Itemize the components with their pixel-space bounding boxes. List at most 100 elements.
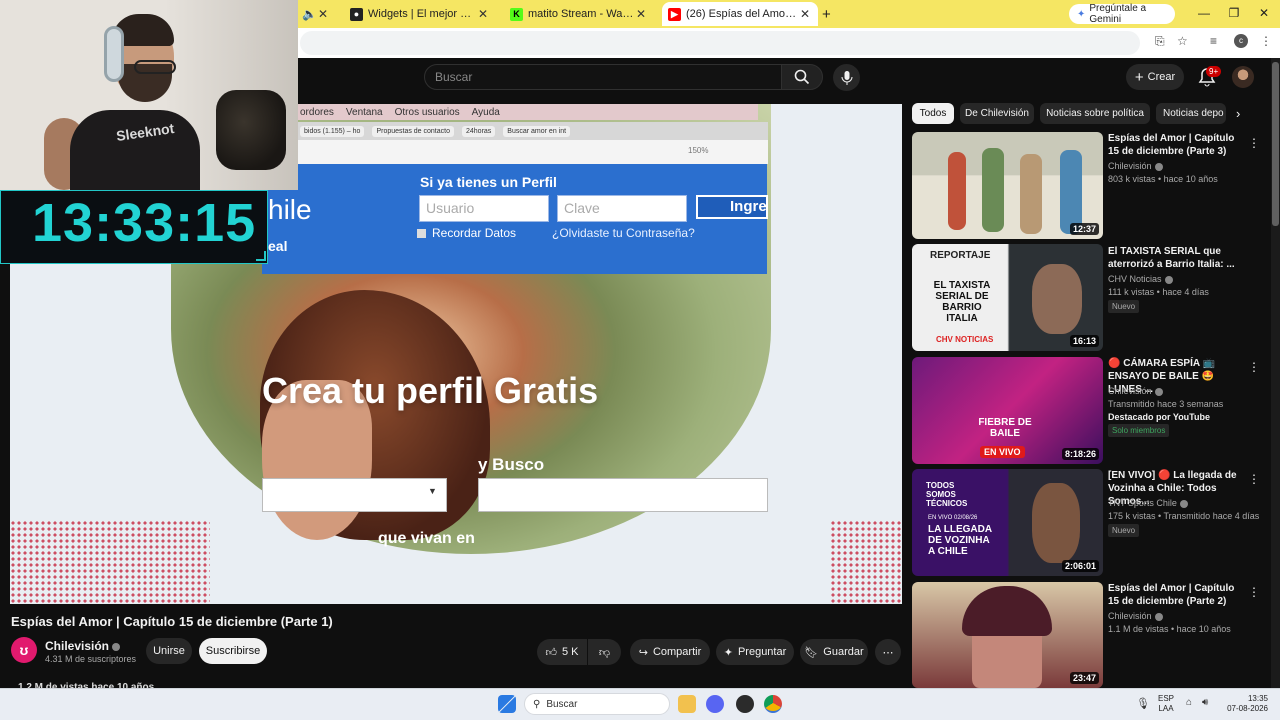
rec-title[interactable]: El TAXISTA SERIAL que aterrorizó a Barri…	[1108, 245, 1246, 271]
taskbar-search[interactable]: ⚲ Buscar	[524, 693, 670, 715]
channel-name[interactable]: Chilevisión	[45, 639, 121, 653]
scrollbar-thumb[interactable]	[1272, 62, 1279, 226]
maximize-icon[interactable]: ❐	[1224, 6, 1244, 20]
obs-icon[interactable]	[736, 695, 754, 713]
channel-subscribers: 4.31 M de suscriptores	[45, 654, 137, 664]
file-explorer-icon[interactable]	[678, 695, 696, 713]
chip-todos[interactable]: Todos	[912, 103, 954, 124]
url-input[interactable]	[300, 31, 1140, 55]
microphone-icon[interactable]: 🎙︎	[1136, 697, 1150, 710]
channel-avatar[interactable]: ʊ	[11, 637, 37, 663]
tab-audio[interactable]: 🔈 ✕	[302, 2, 332, 26]
verified-icon	[1179, 499, 1188, 508]
windows-start-icon[interactable]	[498, 695, 516, 713]
tab-close-icon[interactable]: ✕	[798, 7, 812, 21]
verified-icon	[1154, 162, 1163, 171]
video-frame-pattern	[10, 520, 210, 604]
gemini-button[interactable]: ✦ Pregúntale a Gemini	[1069, 3, 1175, 25]
video-frame-busco: y Busco	[478, 455, 545, 474]
minimize-icon[interactable]: —	[1194, 6, 1214, 20]
volume-icon[interactable]: 🔊︎	[1202, 697, 1208, 708]
search-icon: ⚲	[533, 698, 541, 710]
ask-button[interactable]: ✦ Preguntar	[716, 639, 794, 665]
video-frame-toolbar: 150%	[298, 140, 768, 164]
video-frame-forgot-link: ¿Olvidaste tu Contraseña?	[552, 226, 695, 240]
tab-widgets[interactable]: ● Widgets | El mejor software pa ✕	[344, 2, 496, 26]
search-input[interactable]: Buscar	[424, 64, 782, 90]
members-only-badge: Solo miembros	[1108, 424, 1170, 437]
search-button[interactable]	[781, 64, 823, 90]
caret-down-icon: ▼	[428, 486, 437, 496]
search-icon	[794, 69, 810, 85]
kebab-menu-icon[interactable]: ⋮	[1248, 585, 1260, 599]
kebab-menu-icon[interactable]: ⋮	[1260, 34, 1272, 48]
rec-channel[interactable]: Chilevisión	[1108, 611, 1163, 621]
glasses	[134, 60, 176, 74]
network-icon[interactable]: ⌂	[1186, 697, 1192, 708]
chip-noticias-politica[interactable]: Noticias sobre política	[1040, 103, 1150, 124]
chevron-right-icon[interactable]: ›	[1236, 106, 1240, 121]
rec-channel[interactable]: Chilevisión	[1108, 386, 1163, 396]
tab-close-icon[interactable]: ✕	[316, 7, 330, 21]
video-frame-pattern	[830, 520, 902, 604]
rec-channel[interactable]: CHV Noticias	[1108, 274, 1173, 284]
rec-thumbnail[interactable]: REPORTAJE EL TAXISTA SERIAL DE BARRIO IT…	[912, 244, 1103, 351]
kebab-menu-icon[interactable]: ⋮	[1248, 472, 1260, 486]
video-frame-select	[262, 478, 447, 512]
stream-timer: 13:33:15	[32, 193, 257, 253]
kick-icon: K	[510, 7, 523, 21]
more-actions-button[interactable]: ⋯	[875, 639, 901, 665]
sparkle-icon: ✦	[1077, 8, 1086, 20]
subscribe-button[interactable]: Suscribirse	[199, 638, 267, 664]
rec-channel[interactable]: TNT Sports Chile	[1108, 498, 1188, 508]
share-button[interactable]: ↪ Compartir	[630, 639, 710, 665]
speaker-icon[interactable]: 🔈	[302, 7, 317, 21]
tab-kick-stream[interactable]: K matito Stream - Watch Live on ✕	[504, 2, 654, 26]
new-badge: Nuevo	[1108, 300, 1140, 313]
webcam-shirt	[70, 110, 200, 190]
media-controls-icon[interactable]: ≡	[1210, 34, 1217, 48]
kebab-menu-icon[interactable]: ⋮	[1248, 360, 1260, 374]
rec-thumbnail[interactable]: 23:47	[912, 582, 1103, 688]
profile-icon[interactable]: c	[1234, 34, 1248, 48]
create-button[interactable]: + Crear	[1126, 64, 1184, 90]
plus-icon: +	[1134, 68, 1144, 86]
video-frame-login-button: Ingre	[696, 195, 768, 219]
rec-meta: Transmitido hace 3 semanas	[1108, 399, 1224, 409]
save-button[interactable]: 🔖︎ Guardar	[800, 639, 868, 665]
rec-thumbnail[interactable]: TODOS SOMOS TÉCNICOS EN VIVO 02/08/26 LA…	[912, 469, 1103, 576]
install-icon[interactable]: ⎘	[1155, 34, 1165, 49]
share-arrow-icon: ↪	[638, 646, 648, 659]
tab-youtube-active[interactable]: ▶ (26) Espías del Amor | Capítulo ✕	[662, 2, 818, 26]
bookmark-star-icon[interactable]: ☆	[1177, 34, 1188, 48]
rec-meta: 803 k vistas • hace 10 años	[1108, 174, 1218, 184]
kebab-menu-icon[interactable]: ⋮	[1248, 136, 1260, 150]
join-button[interactable]: Unirse	[146, 638, 192, 664]
voice-search-button[interactable]	[833, 64, 860, 91]
tab-close-icon[interactable]: ✕	[634, 7, 648, 21]
github-icon: ●	[350, 7, 363, 21]
account-avatar[interactable]	[1232, 66, 1254, 88]
close-window-icon[interactable]: ✕	[1254, 6, 1274, 20]
bookmark-icon: 🔖︎	[804, 646, 819, 659]
thumbs-up-icon: 👍︎	[545, 646, 557, 659]
rec-thumbnail[interactable]: FIEBRE DE BAILE EN VIVO 8:18:26	[912, 357, 1103, 464]
video-frame-pass-field: Clave	[557, 195, 687, 222]
tab-close-icon[interactable]: ✕	[476, 7, 490, 21]
youtube-icon: ▶	[668, 7, 681, 21]
verified-icon	[1154, 612, 1163, 621]
rec-channel[interactable]: Chilevisión	[1108, 161, 1163, 171]
rec-thumbnail[interactable]: 12:37	[912, 132, 1103, 239]
dislike-button[interactable]: 👎︎	[588, 639, 621, 665]
discord-icon[interactable]	[706, 695, 724, 713]
rec-title[interactable]: Espías del Amor | Capítulo 15 de diciemb…	[1108, 132, 1246, 158]
chrome-icon[interactable]	[764, 695, 782, 713]
like-button[interactable]: 👍︎ 5 K	[537, 639, 587, 665]
rec-title[interactable]: Espías del Amor | Capítulo 15 de diciemb…	[1108, 582, 1246, 608]
chip-noticias-deportes[interactable]: Noticias depo	[1156, 103, 1226, 124]
taskbar-clock[interactable]: 13:35 07-08-2026	[1222, 694, 1268, 714]
new-tab-button[interactable]: +	[822, 2, 836, 26]
chip-de-chilevision[interactable]: De Chilevisión	[960, 103, 1034, 124]
video-frame-logo-sub: eal	[268, 238, 288, 254]
language-indicator[interactable]: ESP LAA	[1158, 694, 1174, 714]
